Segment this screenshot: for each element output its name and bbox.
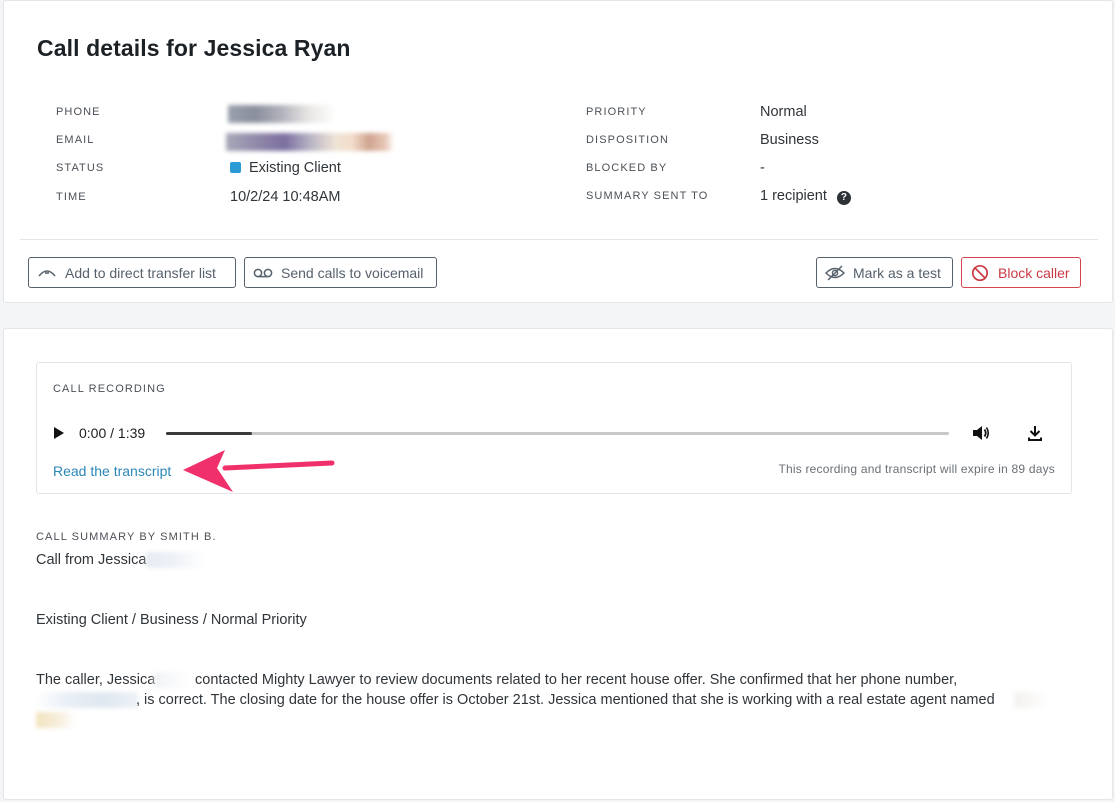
play-icon[interactable] (49, 423, 69, 443)
phone-label: PHONE (56, 106, 101, 118)
summary-classification-line: Existing Client / Business / Normal Prio… (36, 612, 307, 628)
summary-paragraph-start: The caller, Jessica (36, 672, 156, 688)
status-value: Existing Client (230, 160, 341, 176)
divider (20, 239, 1098, 240)
summary-paragraph-line2: , is correct. The closing date for the h… (136, 692, 995, 708)
send-calls-to-voicemail-button[interactable]: Send calls to voicemail (244, 257, 437, 288)
help-circle-icon[interactable]: ? (836, 191, 851, 205)
page-title: Call details for Jessica Ryan (37, 35, 351, 61)
redacted-phone (36, 692, 138, 708)
audio-player: 0:00 / 1:39 (49, 417, 1059, 449)
download-icon[interactable] (1025, 423, 1045, 443)
audio-progress-track[interactable] (166, 432, 949, 435)
time-label: TIME (56, 191, 87, 203)
call-recording-label: CALL RECORDING (53, 383, 166, 395)
voicemail-icon (253, 266, 273, 280)
read-transcript-link[interactable]: Read the transcript (53, 463, 171, 479)
priority-value: Normal (760, 104, 807, 120)
summary-sent-to-value: 1 recipient? (760, 188, 851, 205)
email-label: EMAIL (56, 134, 95, 146)
summary-sent-to-label: SUMMARY SENT TO (586, 190, 709, 202)
summary-caller-line: Call from Jessica (36, 552, 147, 568)
transfer-icon (37, 266, 57, 280)
redacted-surname (154, 672, 192, 688)
blocked-by-label: BLOCKED BY (586, 162, 668, 174)
recording-expiry-note: This recording and transcript will expir… (778, 462, 1055, 476)
mark-as-test-button[interactable]: Mark as a test (816, 257, 953, 288)
disposition-label: DISPOSITION (586, 134, 669, 146)
audio-progress-fill (166, 432, 253, 435)
call-summary-heading: CALL SUMMARY BY SMITH B. (36, 531, 217, 543)
email-value-redacted (226, 133, 394, 151)
call-recording-card: CALL RECORDING 0:00 / 1:39 Read the tran… (3, 328, 1113, 800)
eye-off-icon (825, 264, 845, 281)
summary-paragraph-line1: contacted Mighty Lawyer to review docume… (195, 672, 958, 688)
disposition-value: Business (760, 132, 819, 148)
priority-label: PRIORITY (586, 106, 647, 118)
block-caller-button[interactable]: Block caller (961, 257, 1081, 288)
redacted-agent-name (1014, 692, 1050, 708)
call-details-card: Call details for Jessica Ryan PHONE EMAI… (3, 0, 1113, 303)
blocked-by-value: - (760, 160, 765, 176)
audio-time: 0:00 / 1:39 (79, 425, 146, 441)
phone-value-redacted (228, 105, 336, 123)
annotation-arrow (183, 450, 335, 492)
redacted-agent-name (36, 712, 76, 728)
status-indicator (230, 162, 241, 173)
block-icon (970, 264, 990, 281)
time-value: 10/2/24 10:48AM (230, 189, 341, 205)
add-to-direct-transfer-button[interactable]: Add to direct transfer list (28, 257, 236, 288)
volume-icon[interactable] (971, 423, 991, 443)
redacted-surname (146, 552, 204, 568)
status-label: STATUS (56, 162, 105, 174)
